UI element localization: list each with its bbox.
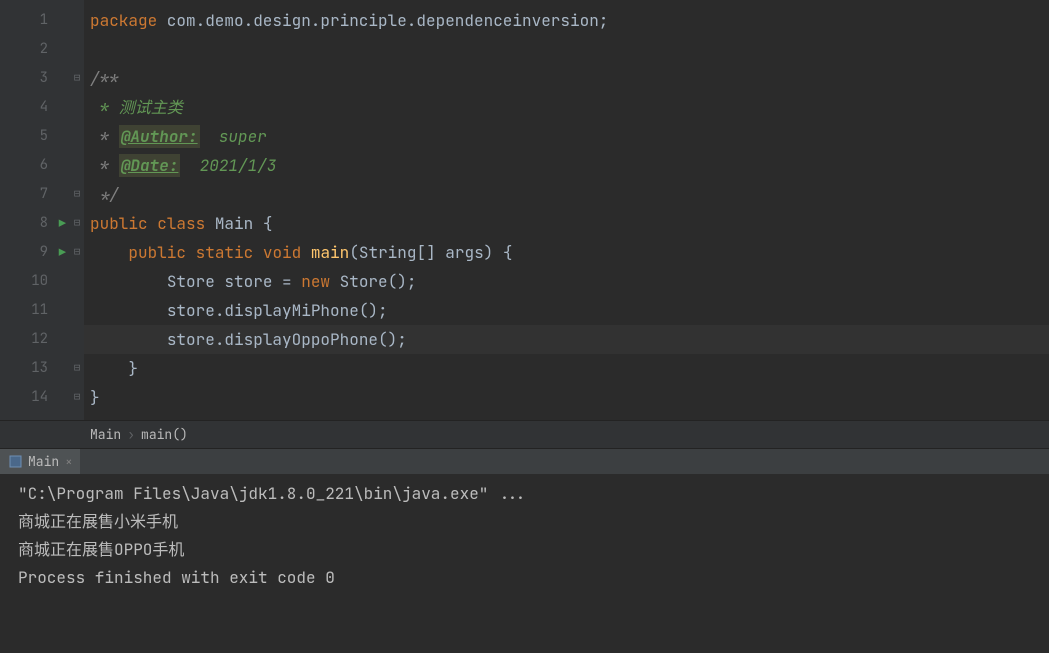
line-number: 4 xyxy=(0,93,70,122)
line-number: 9▶ xyxy=(0,238,70,267)
code-text: Store store = xyxy=(167,271,301,292)
run-console[interactable]: "C:\Program Files\Java\jdk1.8.0_221\bin\… xyxy=(0,474,1049,653)
comment: * xyxy=(90,126,119,147)
run-line-icon[interactable]: ▶ xyxy=(59,238,66,267)
fold-toggle-icon[interactable]: ⊟ xyxy=(70,209,84,238)
run-tool-tab-bar: Main × xyxy=(0,448,1049,474)
comment: 2021/1/3 xyxy=(180,155,276,176)
run-tab[interactable]: Main × xyxy=(0,449,80,474)
keyword: static xyxy=(196,242,254,263)
code-text: Store(); xyxy=(330,271,416,292)
line-number: 7 xyxy=(0,180,70,209)
comment: * 测试主类 xyxy=(90,97,183,118)
line-number: 5 xyxy=(0,122,70,151)
run-tab-label: Main xyxy=(28,453,59,470)
code-text: (String[] args) { xyxy=(349,242,512,263)
keyword: void xyxy=(263,242,301,263)
fold-toggle-icon[interactable]: ⊟ xyxy=(70,383,84,412)
keyword: class xyxy=(157,213,205,234)
line-number: 1 xyxy=(0,6,70,35)
code-text: } xyxy=(128,358,138,379)
code-text: Main { xyxy=(205,213,272,234)
code-editor[interactable]: 1 2 3 4 5 6 7 8▶ 9▶ 10 11 12 13 14 ⊟ ⊟ ⊟… xyxy=(0,0,1049,420)
line-number: 11 xyxy=(0,296,70,325)
chevron-right-icon: › xyxy=(127,426,135,443)
keyword: public xyxy=(90,213,148,234)
code-text: } xyxy=(90,387,100,408)
line-number: 3 xyxy=(0,64,70,93)
comment: /** xyxy=(90,68,119,89)
line-number: 12 xyxy=(0,325,70,354)
fold-toggle-icon[interactable]: ⊟ xyxy=(70,64,84,93)
comment: super xyxy=(200,126,267,147)
keyword: package xyxy=(90,10,157,31)
run-line-icon[interactable]: ▶ xyxy=(59,209,66,238)
line-number: 2 xyxy=(0,35,70,64)
keyword: new xyxy=(301,271,330,292)
line-number: 6 xyxy=(0,151,70,180)
console-line: Process finished with exit code 0 xyxy=(18,564,1039,592)
line-number: 8▶ xyxy=(0,209,70,238)
console-line: 商城正在展售OPPO手机 xyxy=(18,536,1039,564)
javadoc-tag: @Date: xyxy=(119,154,181,177)
line-number: 13 xyxy=(0,354,70,383)
console-line: "C:\Program Files\Java\jdk1.8.0_221\bin\… xyxy=(18,480,1039,508)
fold-toggle-icon[interactable]: ⊟ xyxy=(70,354,84,383)
fold-column: ⊟ ⊟ ⊟ ⊟ ⊟ ⊟ xyxy=(70,0,84,420)
javadoc-tag: @Author: xyxy=(119,125,200,148)
code-text: store.displayMiPhone(); xyxy=(167,300,388,321)
method-name: main xyxy=(311,242,349,263)
comment: * xyxy=(90,155,119,176)
close-icon[interactable]: × xyxy=(65,454,72,470)
breadcrumb-item[interactable]: main() xyxy=(141,426,188,443)
breadcrumb: Main › main() xyxy=(0,420,1049,448)
run-config-icon xyxy=(8,455,22,469)
comment: */ xyxy=(90,184,119,205)
code-text: com.demo.design.principle.dependenceinve… xyxy=(157,10,608,31)
code-content[interactable]: package com.demo.design.principle.depend… xyxy=(84,0,1049,420)
breadcrumb-item[interactable]: Main xyxy=(90,426,121,443)
console-line: 商城正在展售小米手机 xyxy=(18,508,1039,536)
fold-toggle-icon[interactable]: ⊟ xyxy=(70,180,84,209)
code-text: store.displayOppoPhone(); xyxy=(167,329,407,350)
fold-toggle-icon[interactable]: ⊟ xyxy=(70,238,84,267)
line-number-gutter: 1 2 3 4 5 6 7 8▶ 9▶ 10 11 12 13 14 xyxy=(0,0,70,420)
keyword: public xyxy=(128,242,186,263)
line-number: 14 xyxy=(0,383,70,412)
line-number: 10 xyxy=(0,267,70,296)
